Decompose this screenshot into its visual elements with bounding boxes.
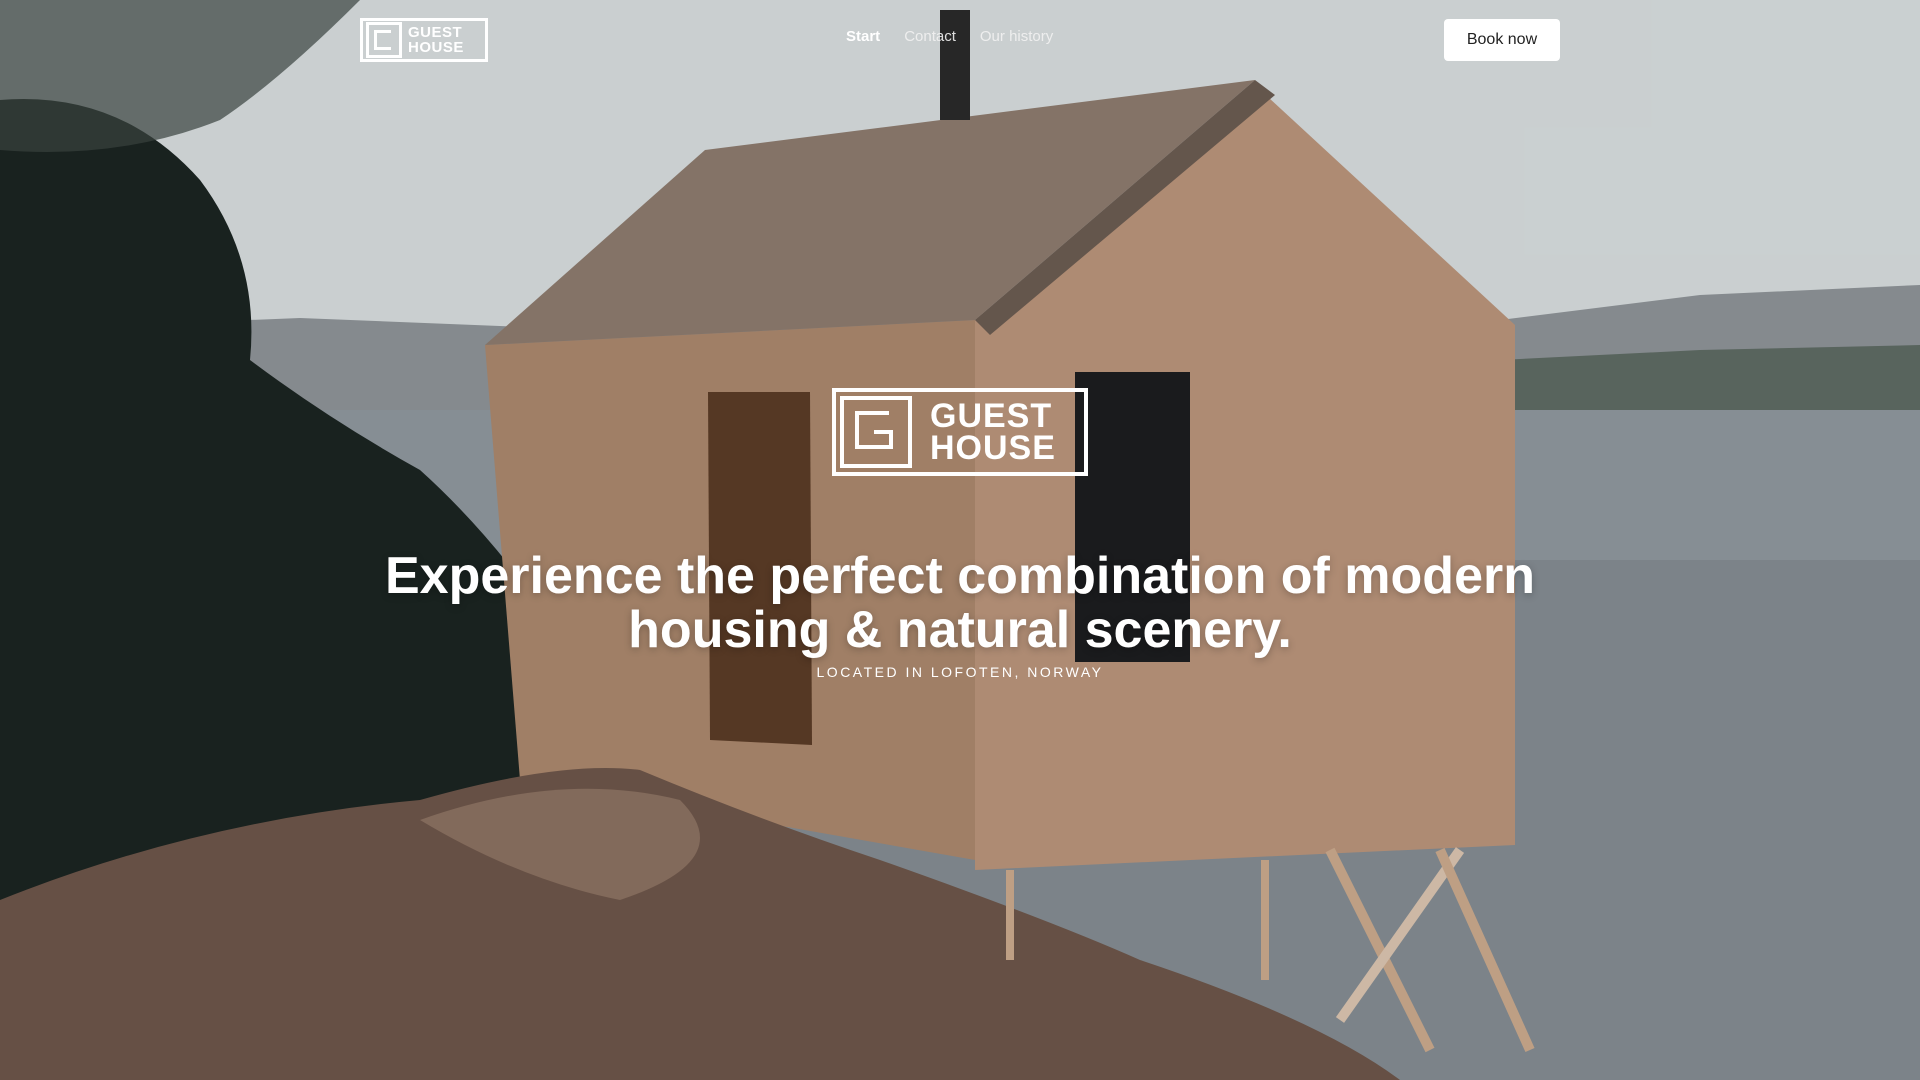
hero-overlay bbox=[0, 0, 1920, 1080]
logo-text-line1: GUEST bbox=[408, 24, 463, 41]
hero-logo-mark-icon bbox=[840, 396, 912, 468]
hero-location: LOCATED IN LOFOTEN, NORWAY bbox=[816, 664, 1104, 680]
book-now-button[interactable]: Book now bbox=[1444, 19, 1560, 61]
hero-logo-text: GUEST HOUSE bbox=[930, 397, 1056, 467]
logo-text-line2: HOUSE bbox=[408, 39, 464, 56]
nav-link-our-history[interactable]: Our history bbox=[980, 28, 1053, 45]
site-logo[interactable]: GUEST HOUSE bbox=[360, 18, 488, 62]
hero-logo-line2: HOUSE bbox=[930, 429, 1056, 467]
hero-section: GUEST HOUSE Start Contact Our history Bo… bbox=[0, 0, 1920, 1080]
hero-headline: Experience the perfect combination of mo… bbox=[385, 546, 1535, 659]
logo-mark-icon bbox=[366, 22, 402, 58]
logo-text: GUEST HOUSE bbox=[408, 25, 464, 55]
nav-links: Start Contact Our history bbox=[846, 28, 1053, 45]
nav-link-start[interactable]: Start bbox=[846, 28, 880, 45]
top-navigation: GUEST HOUSE Start Contact Our history Bo… bbox=[0, 0, 1920, 80]
hero-logo-line1: GUEST bbox=[930, 397, 1053, 435]
nav-link-contact[interactable]: Contact bbox=[904, 28, 956, 45]
hero-logo: GUEST HOUSE bbox=[832, 388, 1088, 476]
